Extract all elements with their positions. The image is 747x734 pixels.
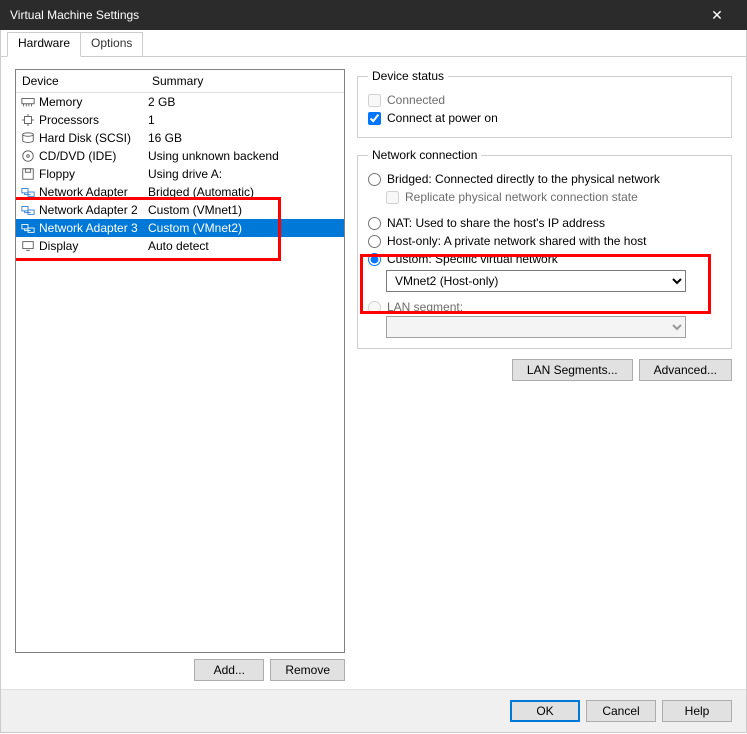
settings-body: Device Summary Memory 2 GB Processors 1 Hard… [1, 57, 746, 689]
bridged-row[interactable]: Bridged: Connected directly to the physi… [368, 170, 721, 188]
device-name: Hard Disk (SCSI) [39, 131, 131, 145]
connected-label: Connected [387, 93, 445, 107]
net-icon [20, 203, 36, 217]
cd-icon [20, 149, 36, 163]
ok-button[interactable]: OK [510, 700, 580, 722]
connect-poweron-row[interactable]: Connect at power on [368, 109, 721, 127]
device-summary: Auto detect [148, 239, 340, 253]
net-icon [20, 221, 36, 235]
left-pane: Device Summary Memory 2 GB Processors 1 Hard… [15, 69, 345, 681]
advanced-button[interactable]: Advanced... [639, 359, 732, 381]
device-name: Floppy [39, 167, 75, 181]
display-icon [20, 239, 36, 253]
device-name: Processors [39, 113, 99, 127]
device-row[interactable]: Hard Disk (SCSI) 16 GB [16, 129, 344, 147]
hostonly-radio[interactable] [368, 235, 381, 248]
device-summary: Custom (VMnet1) [148, 203, 340, 217]
replicate-label: Replicate physical network connection st… [405, 190, 638, 204]
right-buttons: LAN Segments... Advanced... [357, 359, 732, 381]
network-connection-legend: Network connection [368, 148, 481, 162]
device-list[interactable]: Device Summary Memory 2 GB Processors 1 Hard… [15, 69, 345, 653]
client-area: Hardware Options Device Summary Memory 2 … [0, 30, 747, 733]
replicate-checkbox [386, 191, 399, 204]
nat-row[interactable]: NAT: Used to share the host's IP address [368, 214, 721, 232]
device-name: Memory [39, 95, 82, 109]
device-list-header: Device Summary [16, 70, 344, 93]
device-rows[interactable]: Memory 2 GB Processors 1 Hard Disk (SCSI) 16 … [16, 93, 344, 652]
device-summary: 1 [148, 113, 340, 127]
device-row[interactable]: Network Adapter 3 Custom (VMnet2) [16, 219, 344, 237]
dialog-footer: OK Cancel Help [1, 689, 746, 732]
device-name: Network Adapter 3 [39, 221, 138, 235]
col-summary[interactable]: Summary [152, 74, 338, 88]
tab-options[interactable]: Options [80, 32, 143, 56]
network-connection-group: Network connection Bridged: Connected di… [357, 148, 732, 349]
device-summary: 16 GB [148, 131, 340, 145]
device-name: Network Adapter [39, 185, 128, 199]
device-row[interactable]: Floppy Using drive A: [16, 165, 344, 183]
device-name: Display [39, 239, 78, 253]
connect-poweron-label: Connect at power on [387, 111, 498, 125]
device-status-legend: Device status [368, 69, 448, 83]
bridged-radio[interactable] [368, 173, 381, 186]
hostonly-row[interactable]: Host-only: A private network shared with… [368, 232, 721, 250]
floppy-icon [20, 167, 36, 181]
lanseg-select [386, 316, 686, 338]
right-pane: Device status Connected Connect at power… [357, 69, 732, 681]
cpu-icon [20, 113, 36, 127]
device-summary: 2 GB [148, 95, 340, 109]
custom-vmnet-select[interactable]: VMnet2 (Host-only) [386, 270, 686, 292]
window-title: Virtual Machine Settings [10, 0, 139, 30]
device-row[interactable]: Processors 1 [16, 111, 344, 129]
left-buttons: Add... Remove [15, 653, 345, 681]
nat-radio[interactable] [368, 217, 381, 230]
device-summary: Using unknown backend [148, 149, 340, 163]
lanseg-select-row [386, 316, 721, 338]
lanseg-radio [368, 301, 381, 314]
title-bar: Virtual Machine Settings ✕ [0, 0, 747, 30]
device-row[interactable]: Network Adapter 2 Custom (VMnet1) [16, 201, 344, 219]
col-device[interactable]: Device [22, 74, 152, 88]
custom-select-row: VMnet2 (Host-only) [386, 270, 721, 292]
disk-icon [20, 131, 36, 145]
device-row[interactable]: CD/DVD (IDE) Using unknown backend [16, 147, 344, 165]
lan-segments-button[interactable]: LAN Segments... [512, 359, 633, 381]
tab-hardware[interactable]: Hardware [7, 32, 81, 57]
device-status-group: Device status Connected Connect at power… [357, 69, 732, 138]
custom-radio[interactable] [368, 253, 381, 266]
connected-checkbox-row: Connected [368, 91, 721, 109]
remove-button[interactable]: Remove [270, 659, 345, 681]
device-summary: Using drive A: [148, 167, 340, 181]
device-row[interactable]: Display Auto detect [16, 237, 344, 255]
cancel-button[interactable]: Cancel [586, 700, 656, 722]
device-name: Network Adapter 2 [39, 203, 138, 217]
connect-poweron-checkbox[interactable] [368, 112, 381, 125]
net-icon [20, 185, 36, 199]
lanseg-row: LAN segment: [368, 298, 721, 316]
device-row[interactable]: Network Adapter Bridged (Automatic) [16, 183, 344, 201]
connected-checkbox [368, 94, 381, 107]
help-button[interactable]: Help [662, 700, 732, 722]
replicate-row: Replicate physical network connection st… [386, 188, 721, 206]
add-button[interactable]: Add... [194, 659, 264, 681]
nat-label: NAT: Used to share the host's IP address [387, 216, 605, 230]
custom-label: Custom: Specific virtual network [387, 252, 558, 266]
memory-icon [20, 95, 36, 109]
bridged-label: Bridged: Connected directly to the physi… [387, 172, 660, 186]
close-icon[interactable]: ✕ [697, 0, 737, 30]
hostonly-label: Host-only: A private network shared with… [387, 234, 646, 248]
custom-row[interactable]: Custom: Specific virtual network [368, 250, 721, 268]
device-row[interactable]: Memory 2 GB [16, 93, 344, 111]
device-summary: Custom (VMnet2) [148, 221, 340, 235]
device-name: CD/DVD (IDE) [39, 149, 116, 163]
lanseg-label: LAN segment: [387, 300, 463, 314]
tab-strip: Hardware Options [1, 30, 746, 57]
device-summary: Bridged (Automatic) [148, 185, 340, 199]
